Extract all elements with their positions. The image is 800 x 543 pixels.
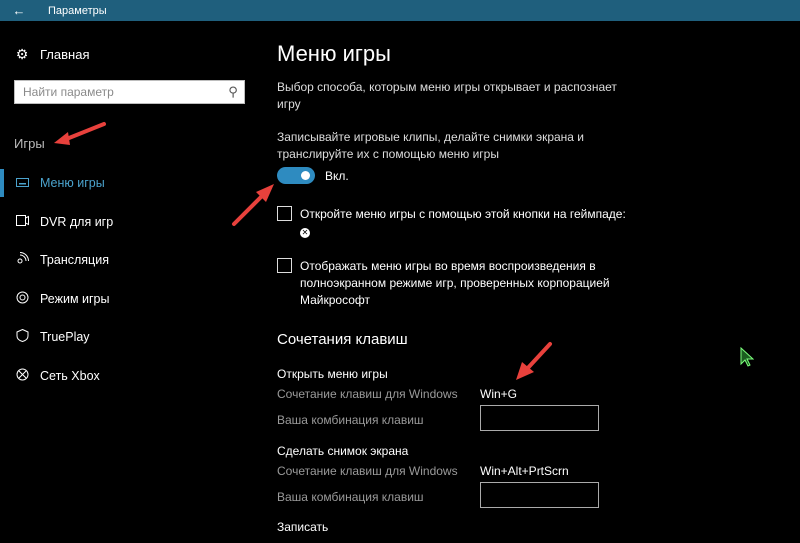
shortcuts-heading: Сочетания клавиш <box>277 331 408 348</box>
back-arrow-icon: ← <box>12 3 26 18</box>
gear-icon: ⚙ <box>15 46 29 62</box>
shortcut-open-windows-value: Win+G <box>480 387 518 401</box>
search-box: ⚲ <box>14 80 245 104</box>
gamepad-checkbox-text: Откройте меню игры с помощью этой кнопки… <box>300 207 626 221</box>
sidebar-item-label: DVR для игр <box>40 214 114 229</box>
dvr-icon <box>14 214 30 229</box>
xbox-icon <box>14 368 30 384</box>
sidebar-item-trueplay[interactable]: TruePlay <box>0 318 258 357</box>
game-bar-toggle[interactable] <box>277 167 315 184</box>
game-bar-toggle-row: Вкл. <box>277 167 349 184</box>
broadcast-icon <box>14 252 30 268</box>
record-title: Записать <box>277 520 329 534</box>
home-link[interactable]: ⚙ Главная <box>14 46 90 63</box>
gamepad-checkbox-row: Откройте меню игры с помощью этой кнопки… <box>277 206 630 240</box>
sidebar: ⚙ Главная ⚲ Игры Меню игры DVR для игр Т… <box>0 21 258 543</box>
gamemode-icon <box>14 291 30 307</box>
sidebar-nav: Меню игры DVR для игр Трансляция Режим и… <box>0 164 258 395</box>
mouse-cursor-icon <box>740 347 754 367</box>
keyboard-icon <box>14 176 30 190</box>
shortcut-screenshot-windows-label: Сочетание клавиш для Windows <box>277 464 458 478</box>
sidebar-item-xbox-network[interactable]: Сеть Xbox <box>0 357 258 396</box>
sidebar-item-label: Меню игры <box>40 176 105 191</box>
shortcut-open-custom-input[interactable] <box>480 405 599 431</box>
annotation-arrow-shortcut <box>516 342 552 380</box>
gamepad-checkbox-label: Откройте меню игры с помощью этой кнопки… <box>300 206 630 240</box>
section-title: Игры <box>14 136 45 151</box>
record-description: Записывайте игровые клипы, делайте снимк… <box>277 130 585 161</box>
sidebar-item-label: Трансляция <box>40 253 109 268</box>
sidebar-item-broadcasting[interactable]: Трансляция <box>0 241 258 280</box>
window-title: Параметры <box>48 4 107 17</box>
shortcut-screenshot-title: Сделать снимок экрана <box>277 444 409 458</box>
shortcut-open-custom-label: Ваша комбинация клавиш <box>277 413 424 427</box>
sidebar-item-label: TruePlay <box>40 330 90 345</box>
fullscreen-checkbox-row: Отображать меню игры во время воспроизве… <box>277 258 630 309</box>
page-description: Выбор способа, которым меню игры открыва… <box>277 80 617 111</box>
sidebar-item-game-mode[interactable]: Режим игры <box>0 280 258 319</box>
xbox-button-icon: ✕ <box>300 228 310 238</box>
toggle-label: Вкл. <box>325 168 349 183</box>
sidebar-item-game-dvr[interactable]: DVR для игр <box>0 203 258 242</box>
shortcut-open-title: Открыть меню игры <box>277 367 388 381</box>
search-icon[interactable]: ⚲ <box>222 84 244 100</box>
shortcut-open-windows-label: Сочетание клавиш для Windows <box>277 387 458 401</box>
shield-icon <box>14 329 30 345</box>
shortcut-screenshot-custom-input[interactable] <box>480 482 599 508</box>
gamepad-checkbox[interactable] <box>277 206 292 221</box>
home-label: Главная <box>40 47 90 62</box>
sidebar-item-label: Сеть Xbox <box>40 368 100 383</box>
back-button[interactable]: ← <box>0 0 38 21</box>
shortcut-screenshot-custom-label: Ваша комбинация клавиш <box>277 490 424 504</box>
page-title: Меню игры <box>277 41 391 66</box>
shortcut-screenshot-windows-value: Win+Alt+PrtScrn <box>480 464 569 478</box>
title-bar: ← Параметры <box>0 0 800 21</box>
search-input[interactable] <box>15 85 222 99</box>
sidebar-item-game-bar[interactable]: Меню игры <box>0 164 258 203</box>
fullscreen-checkbox[interactable] <box>277 258 292 273</box>
fullscreen-checkbox-label: Отображать меню игры во время воспроизве… <box>300 259 610 307</box>
sidebar-item-label: Режим игры <box>40 291 110 306</box>
